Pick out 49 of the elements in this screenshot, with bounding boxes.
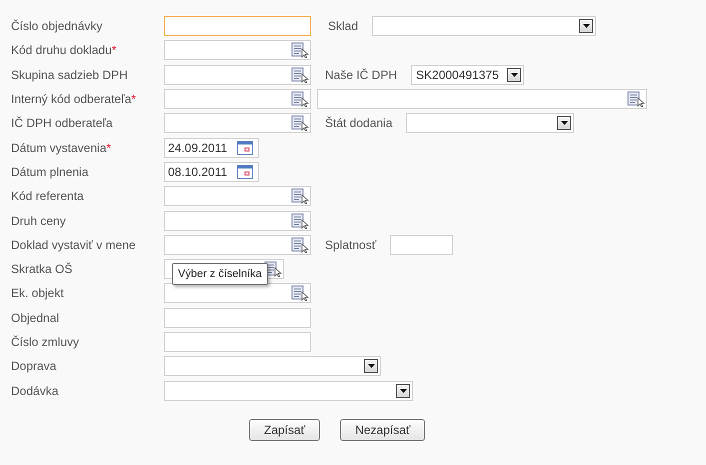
field-label: Číslo zmluvy — [10, 335, 80, 349]
text-field[interactable] — [164, 332, 311, 352]
lookup-list-icon[interactable] — [291, 285, 309, 302]
text-field[interactable] — [317, 89, 647, 110]
lookup-list-icon[interactable] — [291, 91, 309, 108]
calendar-icon[interactable] — [237, 164, 253, 179]
field-label: Skupina sadzieb DPH — [10, 68, 129, 82]
field-label: IČ DPH odberateľa — [10, 116, 114, 130]
field-label: Druh ceny — [10, 214, 67, 228]
lookup-list-icon[interactable] — [291, 236, 309, 253]
field-label: Doprava — [10, 359, 58, 374]
lookup-list-icon[interactable] — [291, 115, 309, 132]
text-field[interactable] — [164, 210, 311, 231]
calendar-icon[interactable] — [237, 140, 253, 155]
field-label: Štát dodania — [325, 116, 392, 130]
cancel-button[interactable]: Nezapísať — [340, 418, 426, 441]
text-field[interactable] — [390, 234, 454, 255]
field-label: Kód referenta — [10, 189, 85, 204]
lookup-list-icon[interactable] — [291, 188, 309, 204]
field-label: Skratka OŠ — [10, 262, 74, 276]
field-label: Naše IČ DPH — [325, 68, 398, 82]
text-field[interactable] — [164, 186, 311, 206]
text-field[interactable] — [164, 16, 311, 36]
text-field[interactable] — [164, 40, 311, 60]
lookup-list-icon[interactable] — [291, 212, 309, 229]
dropdown[interactable]: SK2000491375 — [411, 64, 524, 85]
text-field[interactable] — [164, 234, 311, 255]
tooltip: Výber z číselníka — [172, 263, 268, 286]
field-label: Číslo objednávky — [10, 19, 104, 34]
field-label: Splatnosť — [325, 238, 376, 252]
text-field[interactable] — [164, 89, 311, 110]
date-field[interactable]: 08.10.2011 — [164, 162, 259, 182]
lookup-list-icon[interactable] — [627, 91, 645, 108]
field-label: Dátum vystavenia* — [10, 140, 112, 155]
field-label: Ek. objekt — [10, 286, 65, 300]
lookup-list-icon[interactable] — [291, 66, 309, 83]
lookup-list-icon[interactable] — [291, 42, 309, 58]
text-field[interactable] — [164, 113, 311, 134]
field-label: Objednal — [10, 310, 60, 325]
field-label: Doklad vystaviť v mene — [10, 238, 137, 252]
field-label: Kód druhu dokladu* — [10, 43, 118, 58]
text-field[interactable] — [164, 64, 311, 85]
field-label: Dátum plnenia — [10, 164, 90, 179]
text-field[interactable] — [164, 308, 311, 328]
field-label: Dodávka — [10, 384, 60, 398]
save-button[interactable]: Zapísať — [249, 418, 320, 441]
field-label: Sklad — [328, 19, 358, 34]
date-field[interactable]: 24.09.2011 — [164, 138, 259, 158]
field-label: Interný kód odberateľa* — [10, 92, 137, 106]
